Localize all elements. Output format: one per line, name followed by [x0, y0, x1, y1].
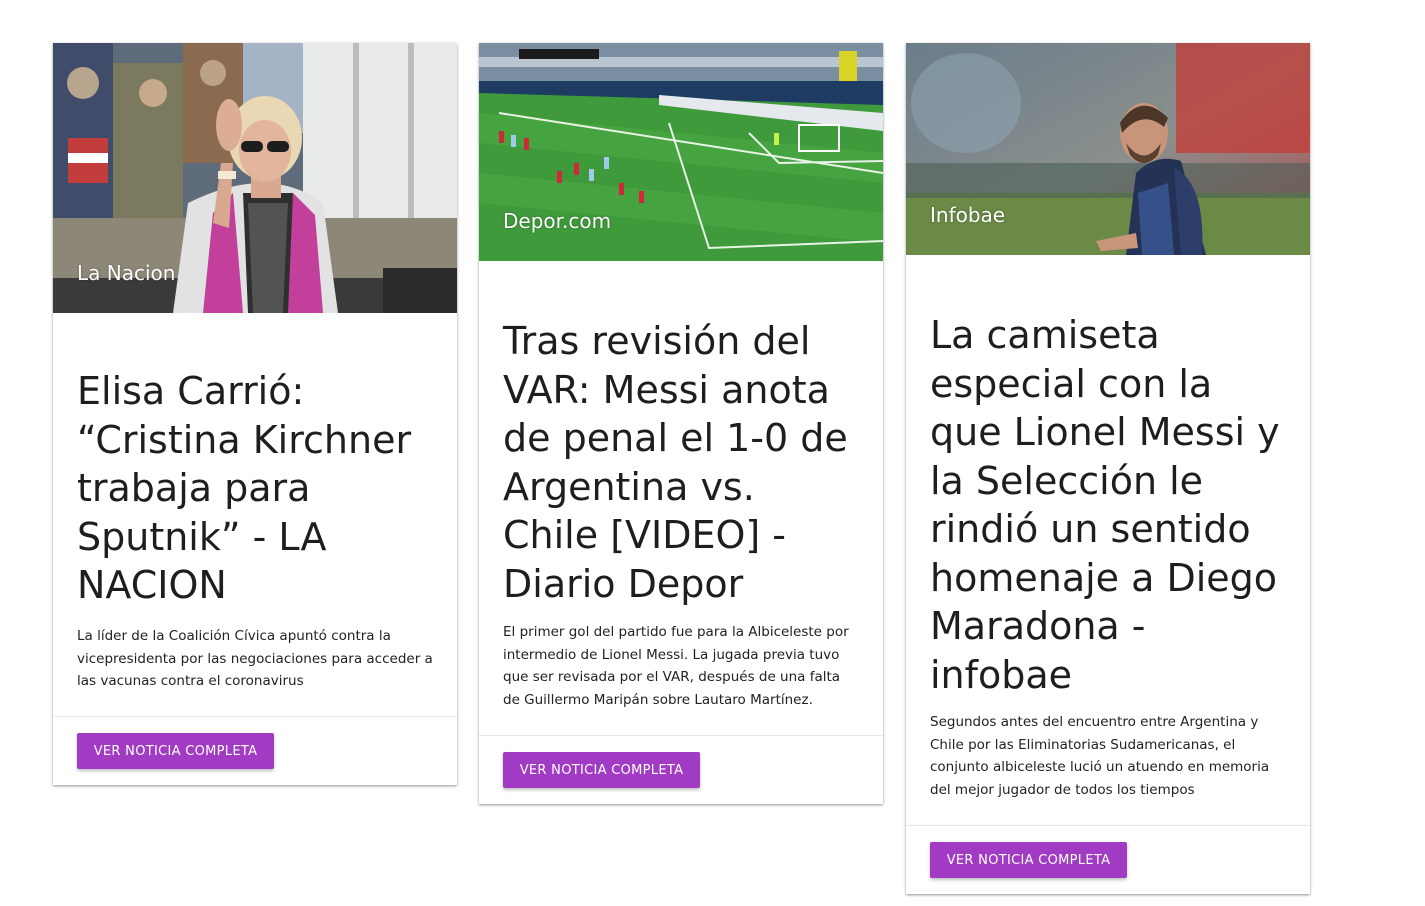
card-divider — [906, 825, 1310, 826]
news-description: Segundos antes del encuentro entre Argen… — [930, 714, 1270, 798]
news-source-label: Depor.com — [503, 209, 612, 233]
news-card: Depor.com Tras revisión del VAR: Messi a… — [479, 43, 883, 804]
view-full-news-button[interactable]: VER NOTICIA COMPLETA — [503, 752, 700, 788]
news-source-label: Infobae — [930, 203, 1006, 227]
news-card-image: La Nacion — [53, 43, 457, 313]
news-source-label: La Nacion — [77, 261, 176, 285]
card-divider — [479, 735, 883, 736]
news-description: La líder de la Coalición Cívica apuntó c… — [77, 628, 433, 690]
news-card: Infobae La camiseta especial con la que … — [906, 43, 1310, 894]
view-full-news-button[interactable]: VER NOTICIA COMPLETA — [930, 842, 1127, 878]
news-card: La Nacion Elisa Carrió: “Cristina Kirchn… — [53, 43, 457, 785]
news-card-image: Depor.com — [479, 43, 883, 261]
news-title: La camiseta especial con la que Lionel M… — [930, 313, 1280, 697]
card-divider — [53, 716, 457, 717]
news-description: El primer gol del partido fue para la Al… — [503, 624, 849, 708]
news-title: Elisa Carrió: “Cristina Kirchner trabaja… — [77, 369, 412, 607]
news-title: Tras revisión del VAR: Messi anota de pe… — [503, 319, 848, 606]
view-full-news-button[interactable]: VER NOTICIA COMPLETA — [77, 733, 274, 769]
news-card-image: Infobae — [906, 43, 1310, 255]
